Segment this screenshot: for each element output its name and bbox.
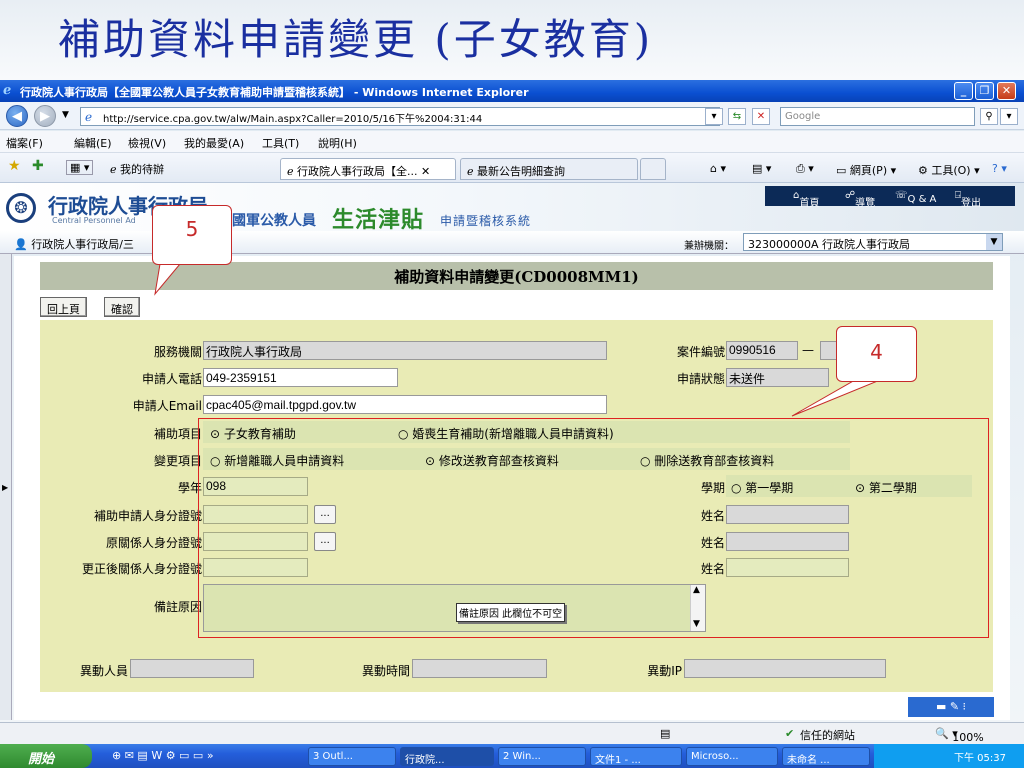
system-tray: 下午 05:37 [874,744,1024,768]
clock: 下午 05:37 [954,753,1006,764]
callout-tails [154,263,881,417]
zoom-level: 100% [952,731,984,744]
start-button[interactable]: 開始 [0,744,92,768]
zone-label: 信任的網站 [800,729,855,742]
task-ie[interactable]: 行政院... [400,747,494,766]
callout-5: 5 [152,205,232,265]
status-bar: ▤ ✔ 信任的網站 🔍 100% ▾ [0,722,1024,744]
taskbar: 開始 ⊕ ✉ ▤ W ⚙ ▭ ▭ » 3 Outl... 行政院... 2 Wi… [0,744,1024,768]
callout-5-tail [154,263,182,296]
status-panel-icon: ▤ [660,727,671,740]
trusted-zone-icon: ✔ [785,727,795,740]
task-windows[interactable]: 2 Win... [498,747,586,766]
callout-4-tail [791,379,881,417]
task-word[interactable]: 文件1 - ... [590,747,682,766]
task-microsoft[interactable]: Microso... [686,747,778,766]
zoom-control[interactable]: 🔍 100% ▾ [935,727,984,744]
quick-launch-icons[interactable]: ⊕ ✉ ▤ W ⚙ ▭ ▭ » [112,749,214,762]
callout-4: 4 [836,326,917,382]
task-outlook[interactable]: 3 Outl... [308,747,396,766]
task-untitled[interactable]: 未命名 ... [782,747,870,766]
input-toolbar[interactable]: ▬ ✎ ⁝ [908,697,994,717]
